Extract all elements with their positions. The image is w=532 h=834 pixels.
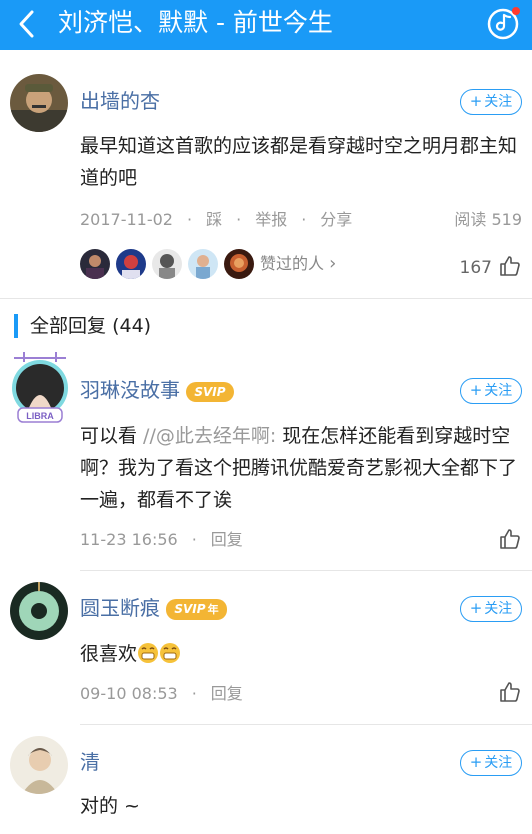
like-button[interactable]	[498, 680, 522, 704]
reply-text: 对的 ~	[80, 795, 140, 817]
comment-author-name[interactable]: 出墙的杏	[80, 89, 160, 113]
report-action[interactable]: 举报	[255, 210, 287, 229]
reply-action[interactable]: 回复	[211, 684, 243, 703]
svip-badge: SVIP 年	[166, 599, 227, 620]
quoted-user[interactable]: //@此去经年啊:	[143, 425, 276, 447]
chevron-left-icon	[19, 10, 34, 38]
likers-link[interactable]: 赞过的人 ›	[260, 254, 336, 274]
comment-text: 最早知道这首歌的应该都是看穿越时空之明月郡主知道的吧	[80, 135, 518, 189]
svg-text:LIBRA: LIBRA	[26, 411, 54, 421]
top-bar: 刘济恺、默默 - 前世今生	[0, 0, 532, 50]
follow-button[interactable]: + 关注	[460, 378, 522, 404]
reply-author-name[interactable]: 清	[80, 750, 100, 774]
reply-meta: 09-10 08:53 · 回复	[80, 684, 243, 703]
music-player-button[interactable]	[486, 5, 522, 41]
share-action[interactable]: 分享	[320, 210, 352, 229]
comment-date: 2017-11-02	[80, 210, 173, 229]
thumbs-up-icon	[500, 682, 520, 702]
reply-time: 11-23 16:56	[80, 530, 178, 549]
liker-avatar[interactable]	[152, 249, 182, 279]
thumbs-up-icon	[500, 529, 520, 549]
follow-button[interactable]: + 关注	[460, 89, 522, 115]
like-button[interactable]	[498, 254, 522, 278]
liker-avatar[interactable]	[224, 249, 254, 279]
reply-author-name[interactable]: 圆玉断痕 SVIP 年	[80, 596, 227, 620]
music-note-icon	[487, 7, 520, 40]
svip-badge: SVIP	[186, 381, 234, 402]
avatar[interactable]	[10, 736, 68, 794]
reply-time: 09-10 08:53	[80, 684, 178, 703]
grin-emoji-icon	[159, 642, 181, 674]
grin-emoji-icon	[137, 642, 159, 674]
reply-action[interactable]: 回复	[211, 530, 243, 549]
divider	[80, 724, 532, 725]
avatar[interactable]	[10, 582, 68, 640]
thumbs-up-icon	[500, 256, 520, 276]
follow-button[interactable]: + 关注	[460, 750, 522, 776]
page-title: 刘济恺、默默 - 前世今生	[58, 8, 333, 37]
dislike-action[interactable]: 踩	[206, 210, 222, 229]
divider	[80, 570, 532, 571]
liker-avatar[interactable]	[80, 249, 110, 279]
follow-button[interactable]: + 关注	[460, 596, 522, 622]
reply-text: 很喜欢	[80, 638, 522, 674]
section-divider	[0, 298, 532, 306]
back-button[interactable]	[10, 6, 46, 42]
like-button[interactable]	[498, 527, 522, 551]
liker-avatar[interactable]	[116, 249, 146, 279]
liker-avatar[interactable]	[188, 249, 218, 279]
like-count: 167	[459, 258, 492, 278]
avatar[interactable]: LIBRA	[4, 350, 76, 423]
avatar[interactable]	[10, 74, 68, 132]
reply-author-name[interactable]: 羽琳没故事 SVIP	[80, 378, 234, 402]
reply-meta: 11-23 16:56 · 回复	[80, 530, 243, 549]
read-count: 阅读 519	[454, 210, 522, 229]
reply-text: 可以看 //@此去经年啊: 现在怎样还能看到穿越时空啊？我为了看这个把腾讯优酷爱…	[80, 425, 518, 511]
comment-meta: 2017-11-02 · 踩 · 举报 · 分享	[80, 210, 353, 229]
all-replies-heading: 全部回复 (44)	[14, 314, 151, 338]
